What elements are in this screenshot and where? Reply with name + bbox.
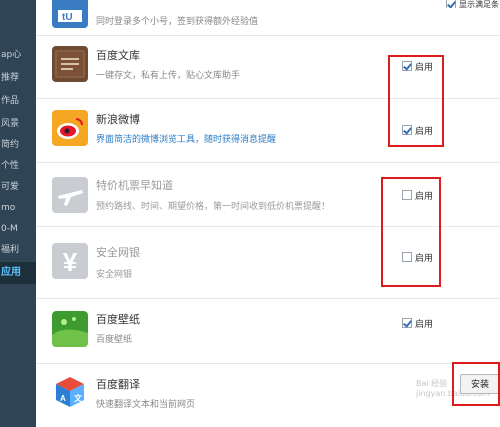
sidebar-item-recommend[interactable]: 推荐 [0, 69, 36, 87]
app-list: tU 同时登录多个小号，签到获得额外经验值 显示满足条 百度文库 一键存文，私有… [36, 0, 500, 427]
svg-text:¥: ¥ [63, 247, 78, 277]
show-label: 显示满足条 [459, 0, 499, 8]
list-item: ¥ 安全网银 安全网银 启用 [36, 227, 500, 299]
svg-text:文: 文 [74, 393, 83, 403]
app-description: 快速翻译文本和当前网页 [96, 400, 196, 410]
app-description: 预约路线、时间、期望价格，第一时间收到低价机票提醒！ [96, 202, 331, 212]
sidebar-item-0m[interactable]: 0-M [0, 220, 36, 238]
svg-text:A: A [60, 394, 66, 403]
app-description: 界面简洁的微博浏览工具，随时获得消息提醒 [96, 135, 277, 145]
sidebar: ap心 推荐 作品 风景 简约 个性 可爱 mo 0-M 福利 应用 [0, 0, 36, 427]
yen-icon: ¥ [52, 243, 88, 279]
enable-label: 启用 [415, 319, 434, 330]
list-item: tU 同时登录多个小号，签到获得额外经验值 显示满足条 [36, 0, 500, 36]
list-item: 新浪微博 界面简洁的微博浏览工具，随时获得消息提醒 启用 [36, 100, 500, 163]
app-title: 安全网银 [96, 246, 140, 259]
app-title: 新浪微博 [96, 113, 140, 126]
sidebar-item-center[interactable]: ap心 [0, 46, 36, 64]
enable-checkbox-bank[interactable]: 启用 [402, 250, 433, 264]
sidebar-item-simple[interactable]: 简约 [0, 136, 36, 154]
sidebar-item-personal[interactable]: 个性 [0, 157, 36, 175]
sidebar-item-welfare[interactable]: 福利 [0, 241, 36, 259]
checkbox[interactable] [402, 190, 412, 200]
list-item: 百度文库 一键存文，私有上传，贴心文库助手 启用 [36, 36, 500, 99]
enable-label: 启用 [415, 253, 434, 264]
wallpaper-icon [52, 311, 88, 347]
airplane-icon [52, 177, 88, 213]
list-item: 百度壁纸 百度壁纸 启用 [36, 299, 500, 364]
enable-checkbox-weibo[interactable]: 启用 [402, 123, 433, 137]
enable-label: 启用 [415, 126, 434, 137]
show-checkbox[interactable]: 显示满足条 [446, 0, 499, 8]
enable-checkbox-baidu-wenku[interactable]: 启用 [402, 59, 433, 73]
app-description: 同时登录多个小号，签到获得额外经验值 [96, 17, 259, 27]
enable-label: 启用 [415, 62, 434, 73]
app-description: 一键存文，私有上传，贴心文库助手 [96, 71, 241, 81]
checkbox[interactable] [402, 125, 412, 135]
app-title: 百度文库 [96, 49, 140, 62]
checkbox[interactable] [402, 61, 412, 71]
app-icon: tU [52, 0, 88, 28]
sidebar-item-mo[interactable]: mo [0, 199, 36, 217]
list-item: 特价机票早知道 预约路线、时间、期望价格，第一时间收到低价机票提醒！ 启用 [36, 163, 500, 227]
app-description: 百度壁纸 [96, 335, 133, 345]
translate-cube-icon: A 文 [52, 374, 88, 410]
checkbox[interactable] [402, 318, 412, 328]
sidebar-item-apps[interactable]: 应用 [0, 262, 36, 284]
sidebar-item-scenery[interactable]: 风景 [0, 115, 36, 133]
app-title: 百度翻译 [96, 378, 140, 391]
app-title: 特价机票早知道 [96, 179, 173, 192]
enable-checkbox-wallpaper[interactable]: 启用 [402, 316, 433, 330]
app-description: 安全网银 [96, 270, 133, 280]
svg-text:tU: tU [62, 12, 73, 23]
enable-checkbox-flight[interactable]: 启用 [402, 188, 433, 202]
sidebar-item-works[interactable]: 作品 [0, 92, 36, 110]
checkbox[interactable] [446, 0, 456, 8]
weibo-icon [52, 110, 88, 146]
sidebar-item-cute[interactable]: 可爱 [0, 178, 36, 196]
enable-label: 启用 [415, 191, 434, 202]
install-button[interactable]: 安装 [460, 374, 500, 394]
checkbox[interactable] [402, 252, 412, 262]
library-book-icon [52, 46, 88, 82]
app-title: 百度壁纸 [96, 313, 140, 326]
